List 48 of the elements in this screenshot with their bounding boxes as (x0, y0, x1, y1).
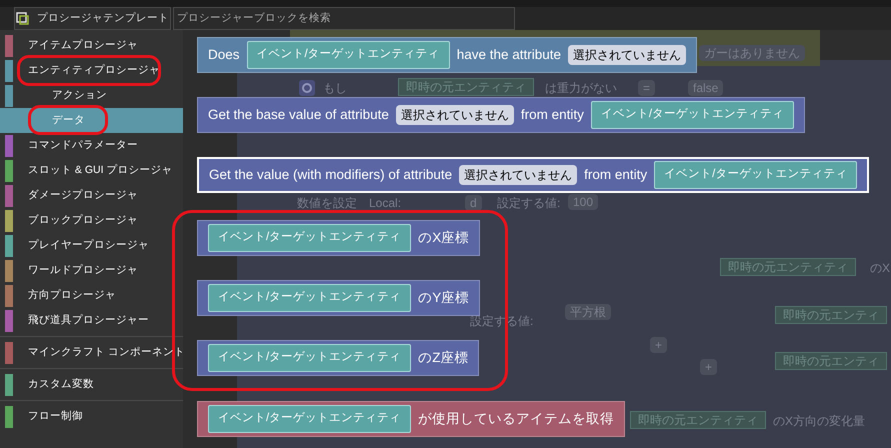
block-label: は重力がない (545, 80, 617, 96)
category-item[interactable]: 飛び道具プロシージャー (0, 308, 183, 333)
gear-icon (299, 80, 315, 96)
block-label: のY座標 (418, 288, 470, 307)
category-item[interactable]: アイテムプロシージャ (0, 33, 183, 58)
category-item[interactable]: 方向プロシージャ (0, 283, 183, 308)
block-label: from entity (520, 106, 584, 124)
attribute-dropdown[interactable]: 選択されていません (396, 105, 514, 125)
block-label: 数値を設定 (297, 195, 357, 211)
category-item[interactable]: ダメージプロシージャ (0, 183, 183, 208)
dropdown-chip: = (638, 80, 656, 96)
procedure-block[interactable]: イベント/ターゲットエンティティ のY座標 (197, 280, 480, 316)
block-label: Get the value (with modifiers) of attribute (209, 166, 452, 184)
procedure-block[interactable]: イベント/ターゲットエンティティ のZ座標 (197, 340, 480, 376)
category-item[interactable]: エンティティプロシージャ (0, 58, 183, 83)
block-label: が使用しているアイテムを取得 (418, 410, 614, 428)
attribute-dropdown[interactable]: 選択されていません (459, 165, 578, 185)
block-label: もし (323, 80, 347, 96)
block-label: Get the base value of attribute (208, 106, 389, 124)
category-item[interactable]: ブロックプロシージャ (0, 208, 183, 233)
category-item[interactable]: カスタム変数 (0, 372, 183, 397)
category-item[interactable]: ワールドプロシージャ (0, 258, 183, 283)
block-label: from entity (584, 166, 648, 184)
block-label: 設定する値: (470, 313, 534, 329)
block-label: のZ座標 (418, 348, 468, 367)
category-item[interactable]: スロット & GUI プロシージャ (0, 158, 183, 183)
block-label: 設定する値: (497, 195, 560, 211)
category-item[interactable]: プレイヤープロシージャ (0, 233, 183, 258)
procedure-block[interactable]: Get the value (with modifiers) of attribute 選択されていません from entity イベント/ターゲットエンティティ (197, 157, 870, 193)
block-label: のX座標 (418, 228, 470, 247)
block-label: Local: (369, 195, 402, 211)
block-label: have the attribute (456, 46, 562, 64)
category-item[interactable]: コマンドパラメーター (0, 133, 183, 158)
procedure-templates-tab[interactable]: プロシージャテンプレート (14, 7, 171, 30)
template-icon (16, 12, 29, 25)
procedure-block[interactable]: Does イベント/ターゲットエンティティ have the attribute 選択されていません (197, 37, 698, 73)
procedure-block[interactable]: イベント/ターゲットエンティティ が使用しているアイテムを取得 (197, 401, 626, 437)
category-item[interactable]: フロー制御 (0, 404, 183, 429)
block-label: Does (208, 46, 240, 64)
block-label: のX (870, 260, 890, 276)
search-field[interactable]: プロシージャーブロックを検索 (173, 7, 515, 30)
attribute-dropdown[interactable]: 選択されていません (568, 45, 686, 65)
dropdown-chip: + (700, 359, 718, 375)
category-item[interactable]: アクション (0, 83, 183, 108)
procedure-block[interactable]: イベント/ターゲットエンティティ のX座標 (197, 220, 480, 256)
block-label: のX方向の変化量 (773, 413, 866, 429)
procedure-block[interactable]: Get the base value of attribute 選択されていません from entity イベント/ターゲットエンティティ (197, 97, 806, 133)
dropdown-chip: + (650, 337, 668, 353)
